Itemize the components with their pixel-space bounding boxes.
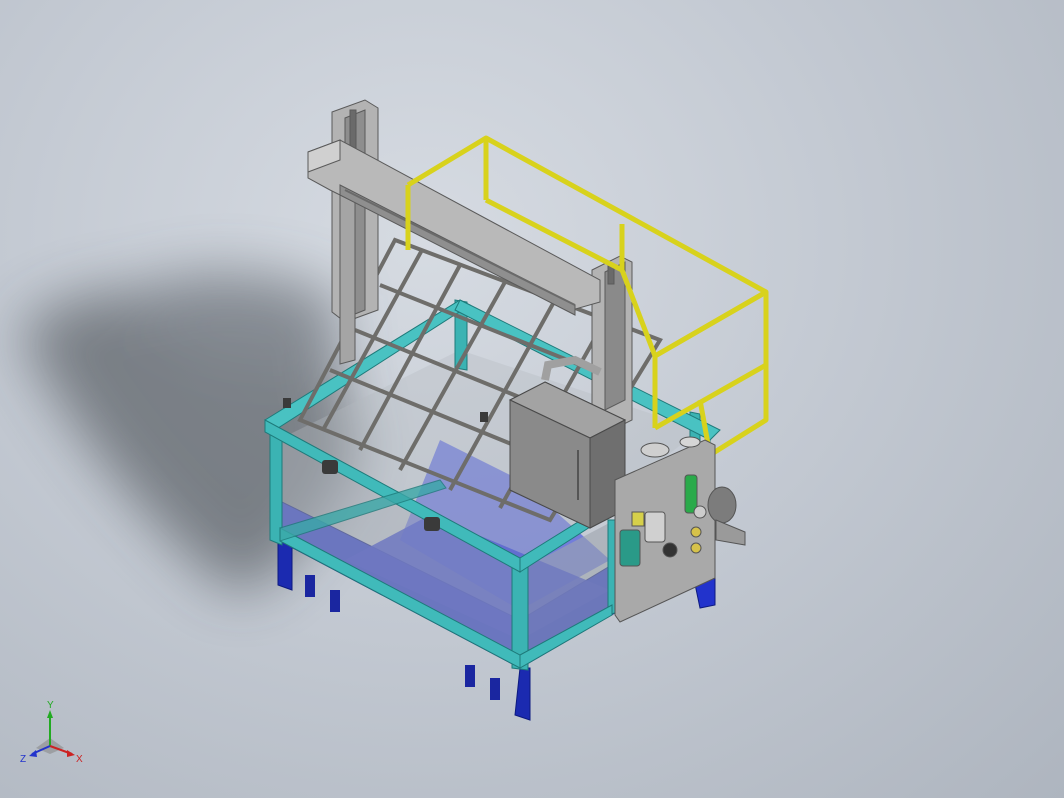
- z-axis-label: Z: [20, 754, 26, 765]
- graphics-viewport[interactable]: Y X Z: [0, 0, 1064, 798]
- x-axis-label: X: [76, 754, 83, 765]
- cad-assembly-model[interactable]: [0, 0, 1064, 798]
- y-axis-label: Y: [47, 700, 54, 711]
- coordinate-triad: Y X Z: [20, 700, 83, 765]
